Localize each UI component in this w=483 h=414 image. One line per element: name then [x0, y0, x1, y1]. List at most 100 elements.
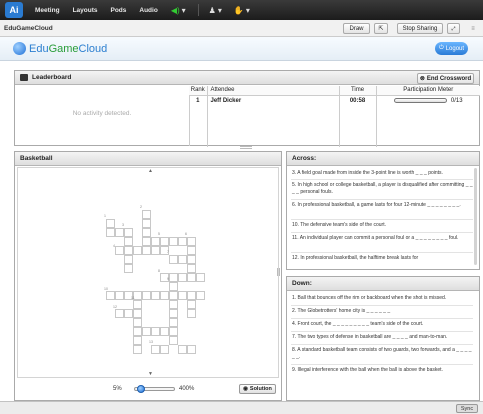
crossword-cell[interactable] — [142, 219, 151, 228]
down-clue-4[interactable]: 8. A standard basketball team consists o… — [292, 347, 475, 361]
solution-button[interactable]: ◉ Solution — [239, 384, 276, 394]
crossword-cell[interactable] — [187, 246, 196, 255]
zoom-slider[interactable] — [134, 385, 175, 393]
crossword-cell[interactable] — [133, 327, 142, 336]
down-clue-1[interactable]: 2. The Globetrotters' home city is _ _ _… — [292, 308, 475, 315]
crossword-cell[interactable] — [178, 291, 187, 300]
rank-cell: 1 — [189, 95, 208, 106]
participation-meter: 0/13 — [377, 98, 481, 104]
across-clue-3[interactable]: 10. The defensive team's side of the cou… — [292, 222, 475, 229]
crossword-cell[interactable] — [169, 291, 178, 300]
crossword-cell[interactable] — [142, 228, 151, 237]
crossword-cell[interactable] — [187, 291, 196, 300]
crossword-cell[interactable] — [169, 282, 178, 291]
crossword-cell[interactable] — [124, 264, 133, 273]
across-clue-2[interactable]: 6. In professional basketball, a game la… — [292, 202, 475, 209]
crossword-cell[interactable] — [133, 300, 142, 309]
crossword-cell[interactable] — [106, 291, 115, 300]
crossword-cell[interactable] — [124, 246, 133, 255]
crossword-cell[interactable] — [187, 237, 196, 246]
crossword-cell[interactable] — [106, 219, 115, 228]
crossword-cell[interactable] — [169, 327, 178, 336]
crossword-cell[interactable] — [115, 291, 124, 300]
crossword-cell[interactable] — [169, 336, 178, 345]
across-clue-4[interactable]: 11. An individual player can commit a pe… — [292, 235, 475, 242]
crossword-cell[interactable] — [187, 273, 196, 282]
speaker-menu[interactable]: ◀) ▾ — [171, 6, 186, 15]
sync-button[interactable]: Sync — [456, 404, 478, 413]
crossword-cell[interactable] — [187, 264, 196, 273]
crossword-cell[interactable] — [187, 300, 196, 309]
crossword-cell[interactable] — [133, 318, 142, 327]
crossword-cell[interactable] — [169, 255, 178, 264]
attendee-menu[interactable]: ♟ ▾ — [209, 6, 222, 15]
crossword-cell[interactable] — [124, 228, 133, 237]
crossword-cell[interactable] — [151, 327, 160, 336]
crossword-cell[interactable] — [187, 345, 196, 354]
crossword-cell[interactable] — [169, 309, 178, 318]
crossword-cell[interactable] — [160, 291, 169, 300]
draw-button[interactable]: Draw — [343, 23, 370, 34]
scroll-down-icon[interactable]: ▼ — [148, 371, 153, 377]
crossword-cell[interactable] — [142, 291, 151, 300]
crossword-cell[interactable] — [160, 345, 169, 354]
crossword-cell[interactable] — [169, 237, 178, 246]
stop-sharing-button[interactable]: Stop Sharing — [397, 23, 443, 34]
pointer-button[interactable]: ⇱ — [374, 23, 388, 34]
crossword-cell[interactable] — [169, 300, 178, 309]
crossword-cell[interactable] — [178, 237, 187, 246]
pod-options-button[interactable]: ≡ — [467, 23, 479, 34]
crossword-cell[interactable] — [151, 246, 160, 255]
crossword-cell[interactable] — [160, 327, 169, 336]
crossword-cell[interactable] — [115, 228, 124, 237]
crossword-cell[interactable] — [115, 246, 124, 255]
crossword-cell[interactable] — [196, 273, 205, 282]
crossword-cell[interactable] — [124, 309, 133, 318]
down-clue-2[interactable]: 4. Front court, the _ _ _ _ _ _ _ _ _ te… — [292, 321, 475, 328]
crossword-cell[interactable] — [169, 318, 178, 327]
menu-pods[interactable]: Pods — [110, 7, 126, 14]
status-menu[interactable]: ✋ ▾ — [234, 6, 250, 15]
crossword-cell[interactable] — [178, 255, 187, 264]
crossword-cell[interactable] — [196, 291, 205, 300]
crossword-cell[interactable] — [169, 273, 178, 282]
fullscreen-button[interactable]: ⤢ — [447, 23, 460, 34]
down-clue-5[interactable]: 9. Illegal interference with the ball wh… — [292, 367, 475, 374]
menu-audio[interactable]: Audio — [139, 7, 157, 14]
crossword-cell[interactable] — [142, 327, 151, 336]
crossword-cell[interactable] — [151, 291, 160, 300]
crossword-cell[interactable] — [178, 273, 187, 282]
across-scrollbar[interactable] — [474, 168, 477, 265]
crossword-cell[interactable] — [142, 210, 151, 219]
down-clue-3[interactable]: 7. The two types of defense in basketbal… — [292, 334, 475, 341]
zoom-slider-knob[interactable] — [136, 385, 145, 393]
brand-name: EduGameCloud — [29, 43, 107, 55]
menu-layouts[interactable]: Layouts — [73, 7, 98, 14]
crossword-cell[interactable] — [133, 309, 142, 318]
crossword-cell[interactable] — [106, 228, 115, 237]
crossword-cell[interactable] — [115, 309, 124, 318]
crossword-cell[interactable] — [133, 345, 142, 354]
crossword-cell[interactable] — [187, 309, 196, 318]
logout-button[interactable]: ⏻ Logout — [435, 42, 468, 55]
crossword-cell[interactable] — [151, 345, 160, 354]
across-clue-1[interactable]: 5. In high school or college basketball,… — [292, 182, 475, 196]
crossword-cell[interactable] — [124, 255, 133, 264]
across-clue-5[interactable]: 12. In professional basketball, the half… — [292, 255, 475, 262]
crossword-cell[interactable] — [160, 237, 169, 246]
crossword-cell[interactable] — [187, 255, 196, 264]
crossword-cell[interactable] — [142, 246, 151, 255]
crossword-cell[interactable] — [133, 246, 142, 255]
crossword-cell[interactable] — [178, 345, 187, 354]
crossword-cell[interactable] — [151, 237, 160, 246]
down-clue-0[interactable]: 1. Ball that bounces off the rim or back… — [292, 295, 475, 302]
end-crossword-button[interactable]: ⊗ End Crossword — [417, 73, 474, 84]
menu-meeting[interactable]: Meeting — [35, 7, 60, 14]
crossword-cell[interactable] — [142, 237, 151, 246]
crossword-grid[interactable]: 1 2 3 4 5 6 7 8 9 10 11 12 13 — [18, 174, 278, 370]
panel-resize-handle[interactable] — [240, 146, 252, 149]
across-clue-0[interactable]: 3. A field goal made from inside the 3-p… — [292, 170, 475, 177]
crossword-cell[interactable] — [124, 237, 133, 246]
panel-split-handle[interactable] — [277, 268, 280, 276]
crossword-cell[interactable] — [133, 336, 142, 345]
